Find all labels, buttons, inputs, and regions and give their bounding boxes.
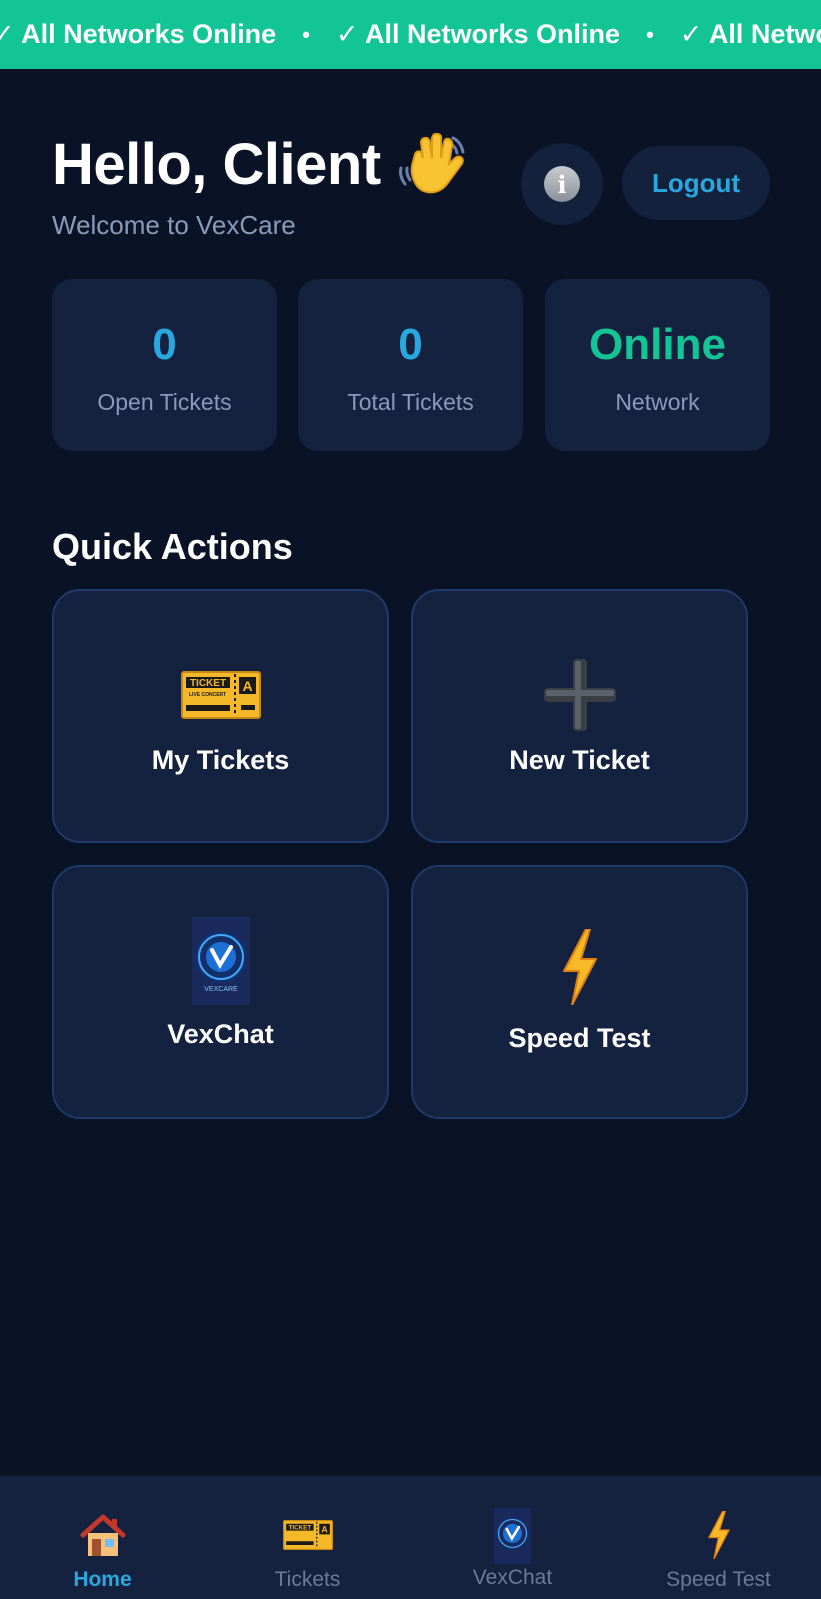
greeting-heading: Hello, Client xyxy=(52,128,467,200)
action-label: Speed Test xyxy=(508,1023,651,1053)
nav-label: VexChat xyxy=(472,1566,553,1589)
ticker-item: ✓ All Networks Online xyxy=(679,19,821,49)
info-icon: i xyxy=(544,166,580,202)
logout-button[interactable]: Logout xyxy=(622,146,770,220)
ticket-icon: TICKET LIVE CONCERT A xyxy=(180,665,261,725)
svg-text:TICKET: TICKET xyxy=(189,678,225,689)
ticker-separator: • xyxy=(302,21,310,47)
svg-text:TICKET: TICKET xyxy=(288,1524,311,1531)
house-icon xyxy=(79,1510,127,1560)
action-label: VexChat xyxy=(167,1019,274,1049)
stat-label: Network xyxy=(615,389,700,415)
info-button[interactable]: i xyxy=(521,143,603,225)
speed-test-button[interactable]: Speed Test xyxy=(411,865,748,1119)
status-ticker: ✓ All Networks Online • ✓ All Networks O… xyxy=(0,0,821,69)
my-tickets-button[interactable]: TICKET LIVE CONCERT A My Tickets xyxy=(52,589,389,843)
new-ticket-button[interactable]: New Ticket xyxy=(411,589,748,843)
bottom-nav: Home TICKET A Tickets VexChat Speed Test xyxy=(0,1476,821,1599)
svg-text:LIVE CONCERT: LIVE CONCERT xyxy=(189,692,226,698)
lightning-icon xyxy=(562,929,598,1005)
waving-hand-icon xyxy=(395,128,467,200)
stat-card-total-tickets: 0 Total Tickets xyxy=(298,279,523,451)
stat-value: Online xyxy=(589,320,726,369)
stat-label: Total Tickets xyxy=(347,389,474,415)
ticker-item: ✓ All Networks Online xyxy=(335,19,621,49)
svg-text:A: A xyxy=(242,678,252,694)
vexchat-button[interactable]: VEXCARE VexChat xyxy=(52,865,389,1119)
svg-text:VEXCARE: VEXCARE xyxy=(204,986,238,993)
ticket-icon: TICKET A xyxy=(282,1510,333,1560)
action-label: My Tickets xyxy=(151,745,290,775)
action-label: New Ticket xyxy=(509,745,650,775)
stat-value: 0 xyxy=(152,320,177,369)
ticker-item: ✓ All Networks Online xyxy=(0,19,277,49)
lightning-icon xyxy=(707,1510,731,1560)
nav-label: Tickets xyxy=(274,1568,341,1591)
stat-label: Open Tickets xyxy=(97,389,232,415)
plus-icon xyxy=(543,659,616,731)
nav-label: Speed Test xyxy=(666,1568,771,1591)
stat-value: 0 xyxy=(398,320,423,369)
nav-tickets[interactable]: TICKET A Tickets xyxy=(205,1476,410,1599)
svg-text:A: A xyxy=(321,1525,328,1535)
stat-card-network: Online Network xyxy=(545,279,770,451)
welcome-subtitle: Welcome to VexCare xyxy=(52,210,296,240)
nav-label: Home xyxy=(73,1568,132,1591)
vexcare-logo-icon: VEXCARE xyxy=(191,917,250,1005)
vexcare-logo-icon xyxy=(494,1508,531,1564)
nav-speed-test[interactable]: Speed Test xyxy=(616,1476,821,1599)
nav-home[interactable]: Home xyxy=(0,1476,205,1599)
stat-card-open-tickets: 0 Open Tickets xyxy=(52,279,277,451)
quick-actions-title: Quick Actions xyxy=(52,526,293,567)
ticker-separator: • xyxy=(646,21,654,47)
nav-vexchat[interactable]: VexChat xyxy=(410,1476,615,1599)
greeting-text: Hello, Client xyxy=(52,131,381,197)
